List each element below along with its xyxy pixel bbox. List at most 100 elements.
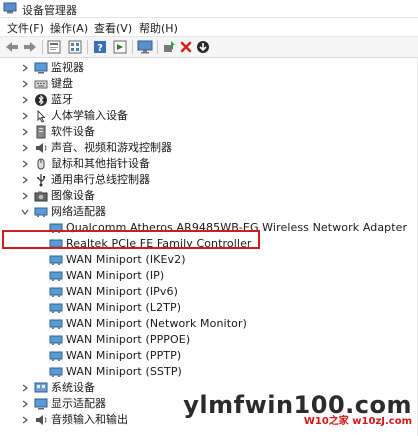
- monitor-icon: [34, 62, 48, 74]
- tree-item-usb-controllers[interactable]: 通用串行总线控制器: [0, 172, 418, 188]
- device-label: WAN Miniport (IP): [66, 269, 165, 282]
- network-adapter-item[interactable]: WAN Miniport (IKEv2): [0, 252, 418, 268]
- title-bar: 设备管理器: [0, 0, 418, 18]
- tree-item-label: 鼠标和其他指针设备: [51, 157, 150, 170]
- highlight-box: [2, 230, 260, 249]
- network-adapter-item[interactable]: WAN Miniport (L2TP): [0, 300, 418, 316]
- tree-item-sound-video-game[interactable]: 声音、视频和游戏控制器: [0, 140, 418, 156]
- menu-view[interactable]: 查看(V): [94, 20, 132, 36]
- usb-icon: [37, 174, 45, 187]
- uninstall-x-icon[interactable]: [178, 39, 194, 55]
- chevron-right-icon[interactable]: [21, 416, 29, 424]
- tree-item-label: 系统设备: [51, 381, 95, 394]
- tree-item-label: 显示适配器: [51, 397, 106, 410]
- tree-item-label: 图像设备: [51, 189, 95, 202]
- help-icon[interactable]: ?: [92, 39, 108, 55]
- monitor-icon[interactable]: [137, 39, 153, 55]
- svg-text:?: ?: [97, 43, 103, 54]
- toolbar-separator: [157, 40, 158, 54]
- network-adapter-icon: [49, 319, 63, 329]
- chevron-right-icon[interactable]: [21, 192, 29, 200]
- window-title: 设备管理器: [22, 4, 77, 17]
- network-adapter-item[interactable]: WAN Miniport (SSTP): [0, 364, 418, 380]
- tree-item-software-devices[interactable]: 软件设备: [0, 124, 418, 140]
- network-adapter-item[interactable]: WAN Miniport (PPPOE): [0, 332, 418, 348]
- audio-io-icon: [36, 415, 47, 425]
- device-label: WAN Miniport (IPv6): [66, 285, 179, 298]
- network-adapter-icon: [49, 271, 63, 281]
- toolbar-separator: [87, 40, 88, 54]
- tree-item-label: 键盘: [51, 77, 73, 90]
- tree-item-imaging-devices[interactable]: 图像设备: [0, 188, 418, 204]
- device-label: WAN Miniport (PPTP): [66, 349, 182, 362]
- tree-item-monitors[interactable]: 监视器: [0, 60, 418, 76]
- software-device-icon: [36, 125, 46, 139]
- network-adapter-item[interactable]: WAN Miniport (IP): [0, 268, 418, 284]
- tree-item-label: 蓝牙: [51, 93, 73, 106]
- network-adapter-icon: [49, 287, 63, 297]
- device-label: WAN Miniport (PPPOE): [66, 333, 191, 346]
- display-adapter-icon: [34, 398, 48, 410]
- network-adapter-icon: [49, 303, 63, 313]
- chevron-right-icon[interactable]: [21, 176, 29, 184]
- tree-item-hid[interactable]: 人体学输入设备: [0, 108, 418, 124]
- chevron-right-icon[interactable]: [21, 96, 29, 104]
- device-label: WAN Miniport (L2TP): [66, 301, 182, 314]
- tree-item-label: 人体学输入设备: [51, 109, 128, 122]
- camera-icon: [34, 191, 48, 202]
- tree-item-keyboards[interactable]: 键盘: [0, 76, 418, 92]
- tree-item-network-adapters[interactable]: 网络适配器: [0, 204, 418, 220]
- tree-item-label: 声音、视频和游戏控制器: [51, 141, 172, 154]
- network-adapter-icon: [49, 255, 63, 265]
- list-view-icon[interactable]: [67, 39, 83, 55]
- device-manager-icon: [3, 2, 17, 14]
- tree-item-label: 监视器: [51, 61, 84, 74]
- menu-bar: 文件(F) 操作(A) 查看(V) 帮助(H): [0, 18, 418, 35]
- chevron-right-icon[interactable]: [21, 144, 29, 152]
- update-driver-icon[interactable]: [161, 39, 177, 55]
- network-adapter-item[interactable]: WAN Miniport (PPTP): [0, 348, 418, 364]
- system-device-icon: [34, 382, 48, 393]
- back-arrow-icon[interactable]: [4, 39, 20, 55]
- device-label: WAN Miniport (IKEv2): [66, 253, 186, 266]
- network-adapter-icon: [49, 367, 63, 377]
- toolbar-separator: [42, 40, 43, 54]
- chevron-right-icon[interactable]: [21, 128, 29, 136]
- chevron-right-icon[interactable]: [21, 400, 29, 408]
- bluetooth-icon: [35, 94, 47, 106]
- chevron-right-icon[interactable]: [21, 80, 29, 88]
- chevron-down-icon[interactable]: [21, 208, 29, 216]
- menu-file[interactable]: 文件(F): [7, 20, 44, 36]
- chevron-right-icon[interactable]: [21, 384, 29, 392]
- tree-item-label: 网络适配器: [51, 205, 106, 218]
- network-adapter-icon: [34, 207, 48, 217]
- chevron-right-icon[interactable]: [21, 112, 29, 120]
- hid-icon: [37, 109, 46, 123]
- action-view-icon[interactable]: [112, 39, 128, 55]
- tree-item-mice[interactable]: 鼠标和其他指针设备: [0, 156, 418, 172]
- speaker-icon: [36, 143, 47, 153]
- watermark: ylmfwin100.com W10之家 w10zJ.com: [183, 392, 412, 428]
- chevron-right-icon[interactable]: [21, 160, 29, 168]
- network-adapter-icon: [49, 335, 63, 345]
- toolbar: ?: [0, 36, 418, 58]
- tree-item-label: 音频输入和输出: [51, 413, 128, 426]
- tree-item-label: 软件设备: [51, 125, 95, 138]
- network-adapter-icon: [49, 351, 63, 361]
- download-driver-icon[interactable]: [195, 39, 211, 55]
- menu-action[interactable]: 操作(A): [50, 20, 88, 36]
- network-adapter-item[interactable]: WAN Miniport (Network Monitor): [0, 316, 418, 332]
- keyboard-icon: [34, 80, 48, 89]
- properties-icon[interactable]: [46, 39, 62, 55]
- menu-help[interactable]: 帮助(H): [139, 20, 178, 36]
- device-label: WAN Miniport (SSTP): [66, 365, 182, 378]
- watermark-main: ylmfwin100.com: [183, 391, 412, 419]
- mouse-icon: [37, 158, 45, 170]
- forward-arrow-icon[interactable]: [22, 39, 38, 55]
- device-label: WAN Miniport (Network Monitor): [66, 317, 247, 330]
- toolbar-separator: [132, 40, 133, 54]
- tree-item-bluetooth[interactable]: 蓝牙: [0, 92, 418, 108]
- chevron-right-icon[interactable]: [21, 64, 29, 72]
- tree-item-label: 通用串行总线控制器: [51, 173, 150, 186]
- network-adapter-item[interactable]: WAN Miniport (IPv6): [0, 284, 418, 300]
